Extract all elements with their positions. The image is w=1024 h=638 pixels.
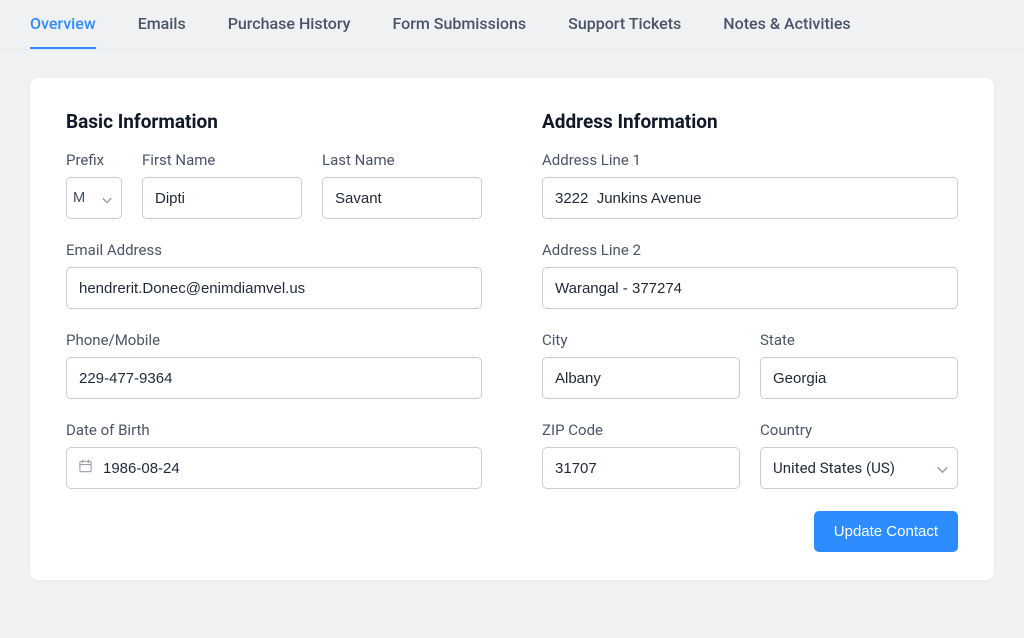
address1-input[interactable]: [542, 177, 958, 219]
email-input[interactable]: [66, 267, 482, 309]
prefix-label: Prefix: [66, 151, 122, 169]
address-info-section: Address Information Address Line 1 Addre…: [542, 110, 958, 489]
basic-info-section: Basic Information Prefix M First Name: [66, 110, 482, 489]
zip-label: ZIP Code: [542, 421, 740, 439]
country-select[interactable]: United States (US): [760, 447, 958, 489]
country-label: Country: [760, 421, 958, 439]
first-name-input[interactable]: [142, 177, 302, 219]
basic-info-title: Basic Information: [66, 110, 482, 133]
contact-card: Basic Information Prefix M First Name: [30, 78, 994, 580]
state-label: State: [760, 331, 958, 349]
zip-input[interactable]: [542, 447, 740, 489]
city-label: City: [542, 331, 740, 349]
first-name-label: First Name: [142, 151, 302, 169]
last-name-input[interactable]: [322, 177, 482, 219]
tab-notes-activities[interactable]: Notes & Activities: [723, 14, 850, 49]
address2-input[interactable]: [542, 267, 958, 309]
city-input[interactable]: [542, 357, 740, 399]
tabs-bar: Overview Emails Purchase History Form Su…: [0, 0, 1024, 50]
update-contact-button[interactable]: Update Contact: [814, 511, 958, 552]
tab-emails[interactable]: Emails: [138, 14, 186, 49]
address-info-title: Address Information: [542, 110, 958, 133]
state-input[interactable]: [760, 357, 958, 399]
phone-label: Phone/Mobile: [66, 331, 482, 349]
phone-input[interactable]: [66, 357, 482, 399]
email-label: Email Address: [66, 241, 482, 259]
last-name-label: Last Name: [322, 151, 482, 169]
address1-label: Address Line 1: [542, 151, 958, 169]
tab-overview[interactable]: Overview: [30, 14, 96, 49]
tab-purchase-history[interactable]: Purchase History: [228, 14, 351, 49]
dob-label: Date of Birth: [66, 421, 482, 439]
country-value: United States (US): [773, 459, 895, 477]
tab-support-tickets[interactable]: Support Tickets: [568, 14, 681, 49]
tab-form-submissions[interactable]: Form Submissions: [392, 14, 526, 49]
prefix-value: M: [73, 190, 85, 206]
address2-label: Address Line 2: [542, 241, 958, 259]
prefix-select[interactable]: M: [66, 177, 122, 219]
dob-input[interactable]: [66, 447, 482, 489]
